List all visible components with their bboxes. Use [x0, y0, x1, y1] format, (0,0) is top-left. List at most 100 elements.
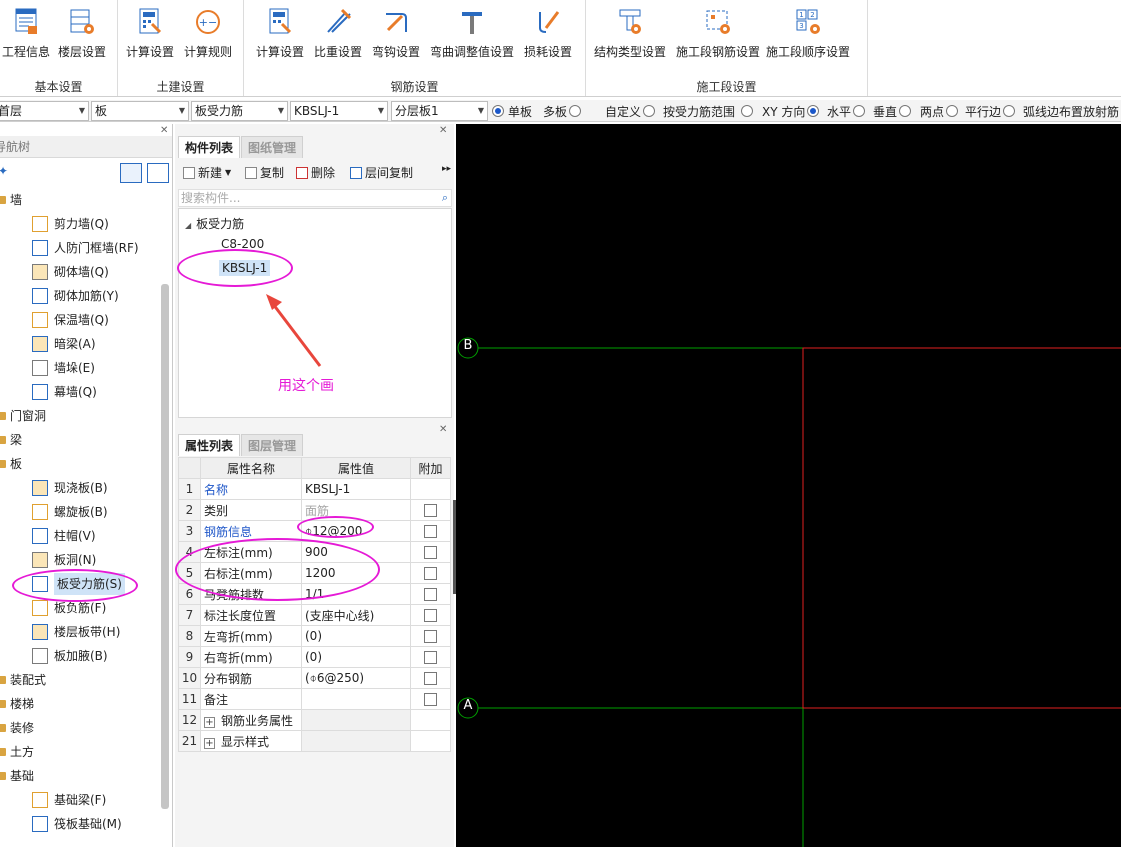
drawing-canvas[interactable]: B A [456, 124, 1121, 847]
property-value[interactable]: (支座中心线) [301, 604, 411, 626]
copy-component-button[interactable]: 复制 [245, 164, 284, 181]
component-search-input[interactable]: 搜索构件... ⌕ [178, 189, 452, 207]
section-order-settings-button[interactable]: 123 施工段顺序设置 [766, 2, 850, 62]
attach-checkbox[interactable] [424, 504, 437, 517]
project-info-button[interactable]: 工程信息 [2, 2, 50, 62]
nav-item[interactable]: 板洞(N) [32, 549, 96, 571]
density-settings-button[interactable]: 比重设置 [314, 2, 362, 62]
property-row[interactable]: 21 + 显示样式 [178, 730, 451, 752]
attach-checkbox[interactable] [424, 546, 437, 559]
nav-item[interactable]: 基础梁(F) [32, 789, 106, 811]
radio-multi-slab[interactable]: 多板 [543, 103, 585, 119]
radio-horizontal[interactable]: 水平 [827, 103, 869, 119]
property-row[interactable]: 7 标注长度位置 (支座中心线) [178, 604, 451, 626]
property-value[interactable] [301, 709, 411, 731]
nav-item[interactable]: 墙垛(E) [32, 357, 95, 379]
nav-item[interactable]: 墙 [0, 189, 22, 211]
search-icon[interactable]: ⌕ [442, 190, 448, 206]
radio-arc-radial[interactable]: 弧线边布置放射筋 [1023, 103, 1119, 119]
nav-item[interactable]: 筏板基础(M) [32, 813, 122, 835]
property-row[interactable]: 8 左弯折(mm) (0) [178, 625, 451, 647]
nav-item[interactable]: 现浇板(B) [32, 477, 108, 499]
nav-item[interactable]: 梁 [0, 429, 22, 451]
attach-checkbox[interactable] [424, 525, 437, 538]
slab-outline[interactable] [802, 347, 1121, 709]
close-icon[interactable]: ✕ [439, 125, 447, 136]
tab-drawing-management[interactable]: 图纸管理 [241, 136, 304, 158]
attach-checkbox[interactable] [424, 651, 437, 664]
nav-item[interactable]: 装配式 [0, 669, 46, 691]
floor-select[interactable]: 首层 ▼ [0, 101, 89, 121]
property-value[interactable]: (0) [301, 646, 411, 668]
nav-item[interactable]: 螺旋板(B) [32, 501, 108, 523]
property-row[interactable]: 1 名称 KBSLJ-1 [178, 478, 451, 500]
nav-item[interactable]: 楼梯 [0, 693, 34, 715]
property-value[interactable] [301, 688, 411, 710]
attach-checkbox[interactable] [424, 588, 437, 601]
new-component-button[interactable]: 新建 ▼ [183, 164, 231, 181]
attach-checkbox[interactable] [424, 609, 437, 622]
delete-component-button[interactable]: 删除 [296, 164, 335, 181]
property-row[interactable]: 9 右弯折(mm) (0) [178, 646, 451, 668]
rebar-calc-settings-button[interactable]: 计算设置 [256, 2, 304, 62]
type-select[interactable]: 板受力筋 ▼ [191, 101, 288, 121]
hook-settings-button[interactable]: 弯钩设置 [372, 2, 420, 62]
tab-component-list[interactable]: 构件列表 [178, 136, 241, 158]
radio-single-slab[interactable]: 单板 [492, 103, 532, 119]
attach-checkbox[interactable] [424, 672, 437, 685]
property-row[interactable]: 12 + 钢筋业务属性 [178, 709, 451, 731]
more-icon[interactable]: ▸▸ [442, 164, 451, 174]
nav-item[interactable]: 人防门框墙(RF) [32, 237, 139, 259]
expand-icon[interactable]: + [204, 716, 215, 728]
expand-icon[interactable]: + [204, 737, 215, 749]
nav-item[interactable]: 装修 [0, 717, 34, 739]
panel-view-icon[interactable] [147, 163, 169, 183]
nav-item[interactable]: 楼层板带(H) [32, 621, 120, 643]
structure-type-settings-button[interactable]: 结构类型设置 [594, 2, 666, 62]
calc-rules-button[interactable]: +− 计算规则 [184, 2, 232, 62]
radio-parallel-edge[interactable]: 平行边 [965, 103, 1019, 119]
property-row[interactable]: 10 分布钢筋 (⌽6@250) [178, 667, 451, 689]
civil-calc-settings-button[interactable]: 计算设置 [126, 2, 174, 62]
attach-checkbox[interactable] [424, 567, 437, 580]
nav-item[interactable]: 柱帽(V) [32, 525, 96, 547]
category-select[interactable]: 板 ▼ [91, 101, 189, 121]
nav-item[interactable]: 砌体加筋(Y) [32, 285, 119, 307]
property-value[interactable]: KBSLJ-1 [301, 478, 411, 500]
nav-item[interactable]: 板加腋(B) [32, 645, 108, 667]
nav-item[interactable]: 土方 [0, 741, 34, 763]
radio-custom[interactable]: 自定义 [605, 103, 659, 119]
floor-settings-button[interactable]: 楼层设置 [58, 2, 106, 62]
list-view-icon[interactable] [120, 163, 142, 183]
tab-property-list[interactable]: 属性列表 [178, 434, 241, 456]
nav-item[interactable]: 基础 [0, 765, 34, 787]
nav-scrollbar[interactable] [161, 284, 169, 809]
component-select[interactable]: KBSLJ-1 ▼ [290, 101, 388, 121]
radio-xy-direction[interactable]: XY 方向 [762, 103, 823, 119]
property-row[interactable]: 11 备注 [178, 688, 451, 710]
layer-select[interactable]: 分层板1 ▼ [391, 101, 488, 121]
copy-between-floors-button[interactable]: 层间复制 [350, 164, 413, 181]
radio-by-rebar-range[interactable]: 按受力筋范围 [663, 103, 757, 119]
property-value[interactable]: (0) [301, 625, 411, 647]
bend-adjust-settings-button[interactable]: 弯曲调整值设置 [430, 2, 514, 62]
radio-two-points[interactable]: 两点 [920, 103, 962, 119]
section-rebar-settings-button[interactable]: 施工段钢筋设置 [676, 2, 760, 62]
attach-checkbox[interactable] [424, 693, 437, 706]
component-group[interactable]: ◢ 板受力筋 [185, 215, 244, 232]
nav-item[interactable]: 门窗洞 [0, 405, 46, 427]
close-icon[interactable]: ✕ [160, 125, 168, 136]
tab-layer-management[interactable]: 图层管理 [241, 434, 304, 456]
nav-item[interactable]: 砌体墙(Q) [32, 261, 109, 283]
nav-item[interactable]: 剪力墙(Q) [32, 213, 109, 235]
radio-vertical[interactable]: 垂直 [873, 103, 915, 119]
nav-item[interactable]: 幕墙(Q) [32, 381, 97, 403]
pin-icon[interactable]: ✦ [0, 164, 8, 178]
loss-settings-button[interactable]: 损耗设置 [524, 2, 572, 62]
property-value[interactable] [301, 730, 411, 752]
property-value[interactable]: (⌽6@250) [301, 667, 411, 689]
attach-checkbox[interactable] [424, 630, 437, 643]
nav-item[interactable]: 暗梁(A) [32, 333, 96, 355]
nav-item[interactable]: 保温墙(Q) [32, 309, 109, 331]
nav-item[interactable]: 板 [0, 453, 22, 475]
